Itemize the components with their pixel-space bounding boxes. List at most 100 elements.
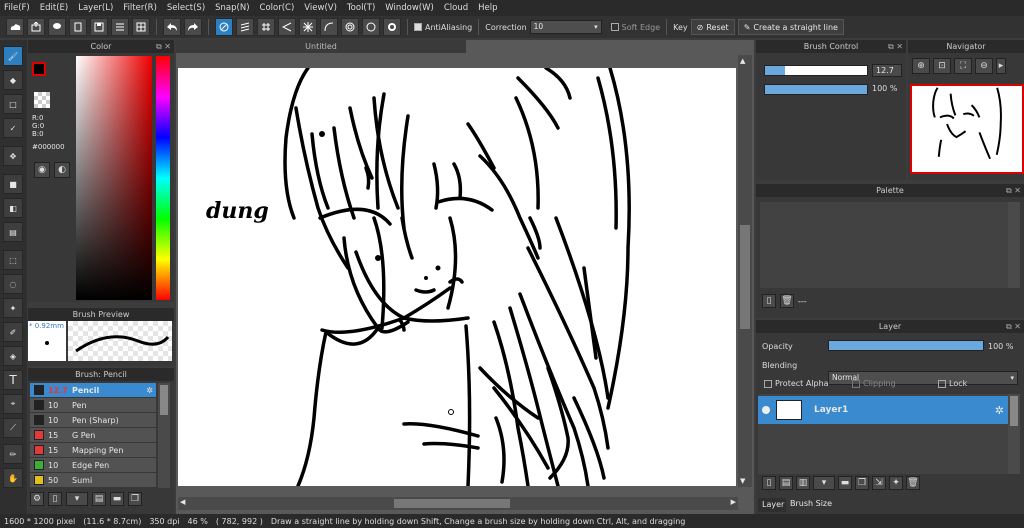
duplicate-icon[interactable]: ❐ — [128, 492, 142, 506]
menu-item-2[interactable]: Layer(L) — [78, 3, 113, 13]
radial-snap-button[interactable] — [278, 18, 296, 36]
menu-item-8[interactable]: Tool(T) — [347, 3, 375, 13]
layer-folder-icon[interactable]: ▬ — [838, 476, 852, 490]
snap-settings-button[interactable] — [383, 18, 401, 36]
transparent-color-swatch[interactable] — [34, 92, 50, 108]
protect-alpha-toggle[interactable]: Protect Alpha — [764, 379, 829, 388]
hand-tool[interactable]: ✋ — [3, 468, 23, 488]
list-button[interactable] — [111, 18, 129, 36]
menu-item-5[interactable]: Snap(N) — [215, 3, 249, 13]
select-pen2-tool[interactable]: ✐ — [3, 322, 23, 342]
brush-opacity-slider[interactable] — [764, 84, 868, 95]
gradient-tool[interactable]: ▤ — [3, 222, 23, 242]
grid-button[interactable] — [132, 18, 150, 36]
menu-item-0[interactable]: File(F) — [4, 3, 30, 13]
panel-close-icon[interactable]: ⧉ ✕ — [156, 40, 171, 53]
redo-button[interactable] — [184, 18, 202, 36]
select-tool[interactable]: ⬚ — [3, 250, 23, 270]
hue-slider[interactable] — [156, 56, 170, 300]
menu-item-7[interactable]: View(V) — [304, 3, 337, 13]
new-brush-icon[interactable]: ▯ — [48, 492, 62, 506]
layer-list-scrollbar[interactable] — [1008, 394, 1020, 474]
save-button[interactable] — [90, 18, 108, 36]
soft-edge-checkbox[interactable] — [610, 23, 619, 31]
zoom-out-icon[interactable]: ⊖ — [975, 58, 993, 74]
undo-button[interactable] — [163, 18, 181, 36]
menu-item-9[interactable]: Window(W) — [385, 3, 434, 13]
move-tool[interactable]: ✥ — [3, 146, 23, 166]
new-layer-1bit-icon[interactable]: ▥ — [796, 476, 810, 490]
gear-icon[interactable]: ✲ — [146, 386, 153, 395]
brush-settings-icon[interactable]: ⚙ — [30, 492, 44, 506]
layer-opacity-slider[interactable] — [828, 340, 984, 351]
eyedropper-tool[interactable]: ✏ — [3, 444, 23, 464]
navigator-thumbnail[interactable] — [910, 84, 1024, 174]
curve-snap-button[interactable] — [320, 18, 338, 36]
new-layer-8bit-icon[interactable]: ▤ — [779, 476, 793, 490]
select-eraser-tool[interactable]: ◈ — [3, 346, 23, 366]
lock-checkbox[interactable] — [938, 379, 946, 388]
brush-item-pen[interactable]: 10 Pen — [30, 398, 156, 413]
soft-edge-toggle[interactable]: Soft Edge — [610, 23, 660, 32]
brush-item-edge-pen[interactable]: 10 Edge Pen — [30, 458, 156, 473]
brush-item-sumi[interactable]: 50 Sumi — [30, 473, 156, 488]
home-button[interactable] — [6, 18, 24, 36]
brush-list-scrollbar[interactable] — [158, 383, 170, 488]
add-layer-dropdown-icon[interactable]: ▾ — [813, 476, 835, 490]
menu-item-4[interactable]: Select(S) — [167, 3, 205, 13]
clipping-toggle[interactable]: Clipping — [852, 379, 896, 388]
antialiasing-toggle[interactable]: AntiAliasing — [414, 23, 472, 32]
scroll-left-icon[interactable]: ◀ — [180, 498, 185, 506]
brush-file-icon[interactable]: ▤ — [92, 492, 106, 506]
drawing-canvas[interactable]: dung — [178, 68, 736, 486]
fill-rect-tool[interactable]: ■ — [3, 174, 23, 194]
snap-off-button[interactable] — [215, 18, 233, 36]
parallel-snap-button[interactable] — [236, 18, 254, 36]
horizontal-scroll-thumb[interactable] — [394, 499, 510, 508]
grid-snap-button[interactable] — [257, 18, 275, 36]
tab-layer[interactable]: Layer — [758, 498, 789, 512]
tab-brush-size[interactable]: Brush Size — [786, 496, 837, 512]
delete-layer-icon[interactable]: 🗑 — [906, 476, 920, 490]
palette-icon[interactable]: ◉ — [34, 162, 50, 178]
menu-item-6[interactable]: Color(C) — [260, 3, 295, 13]
vertical-scroll-thumb[interactable] — [740, 225, 750, 329]
menu-item-10[interactable]: Cloud — [444, 3, 468, 13]
bucket-tool[interactable]: ◧ — [3, 198, 23, 218]
scroll-up-icon[interactable]: ▲ — [740, 57, 745, 65]
panel-close-icon[interactable]: ⧉ ✕ — [1006, 320, 1021, 333]
reset-button[interactable]: ⊘ Reset — [690, 19, 735, 35]
new-file-button[interactable] — [69, 18, 87, 36]
layer-gear-icon[interactable]: ✲ — [995, 404, 1004, 417]
lock-toggle[interactable]: Lock — [938, 379, 967, 388]
add-brush-icon[interactable]: ▾ — [66, 492, 88, 506]
correction-select[interactable]: 10 — [529, 20, 602, 34]
brush-item-pen-sharp[interactable]: 10 Pen (Sharp) — [30, 413, 156, 428]
protect-alpha-checkbox[interactable] — [764, 379, 772, 388]
brush-item-pencil[interactable]: 12.7 Pencil ✲ — [30, 383, 156, 398]
antialiasing-checkbox[interactable] — [414, 23, 422, 31]
brush-size-slider[interactable] — [764, 65, 868, 76]
more-icon[interactable]: ▸ — [996, 58, 1006, 74]
zoom-in-icon[interactable]: ⊕ — [912, 58, 930, 74]
lasso-tool[interactable]: ◌ — [3, 274, 23, 294]
text-tool[interactable]: T — [3, 370, 23, 390]
folder-icon[interactable]: ▬ — [110, 492, 124, 506]
panel-close-icon[interactable]: ⧉ ✕ — [1006, 184, 1021, 197]
color-swap-icon[interactable]: ◐ — [54, 162, 70, 178]
ellipse-snap-button[interactable] — [362, 18, 380, 36]
fit-screen-icon[interactable]: ⛶ — [954, 58, 972, 74]
palette-scrollbar[interactable] — [1008, 202, 1020, 288]
saturation-value-picker[interactable] — [76, 56, 152, 300]
clear-layer-icon[interactable]: ✦ — [889, 476, 903, 490]
merge-layer-icon[interactable]: ⇲ — [872, 476, 886, 490]
brush-item-g-pen[interactable]: 15 G Pen — [30, 428, 156, 443]
brush-tool[interactable]: 🖌 — [3, 46, 23, 66]
canvas-horizontal-scrollbar[interactable]: ◀ ▶ — [178, 497, 738, 510]
select-rect-tool[interactable]: □ — [3, 94, 23, 114]
select-pen-tool[interactable]: ✓ — [3, 118, 23, 138]
scroll-down-icon[interactable]: ▼ — [740, 477, 745, 485]
foreground-color-swatch[interactable] — [32, 62, 46, 76]
divide-tool[interactable]: ⟋ — [3, 418, 23, 438]
eraser-tool[interactable]: ◆ — [3, 70, 23, 90]
